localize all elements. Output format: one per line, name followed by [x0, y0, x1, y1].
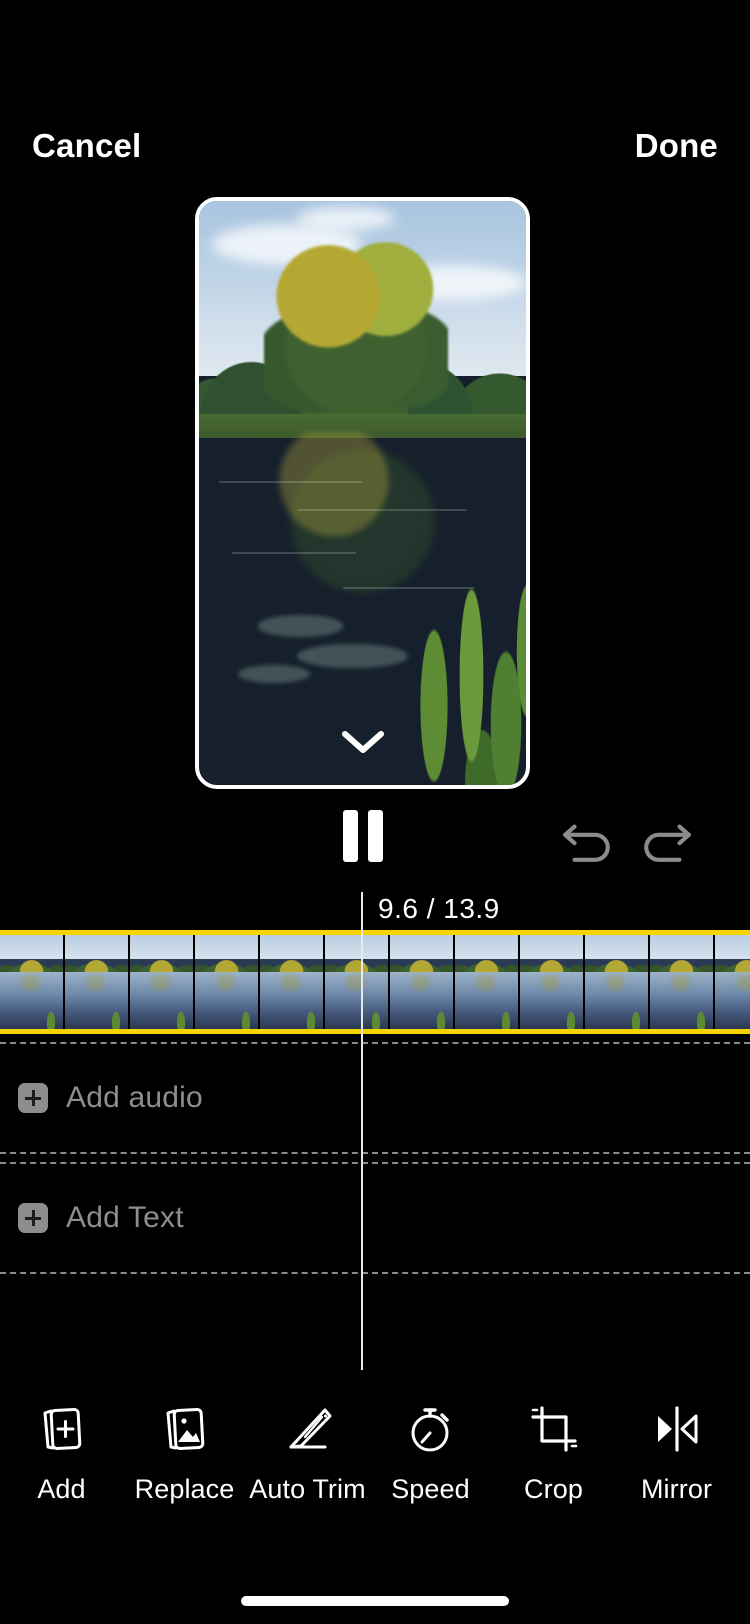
- tool-add-label: Add: [37, 1474, 86, 1504]
- tool-mirror-label: Mirror: [640, 1474, 713, 1504]
- lily-patch: [257, 615, 343, 637]
- audio-track[interactable]: Add audio: [0, 1042, 750, 1154]
- tool-add[interactable]: Add: [0, 1380, 123, 1505]
- home-indicator: [241, 1596, 509, 1606]
- editing-toolbar: Add Replace Auto Trim Speed Crop Mirror: [0, 1380, 750, 1540]
- water-streak: [218, 481, 363, 484]
- tool-speed-label: Speed: [391, 1474, 470, 1504]
- filmstrip-frame: [325, 935, 388, 1029]
- filmstrip-frame: [390, 935, 453, 1029]
- filmstrip-frame: [65, 935, 128, 1029]
- plus-icon: [18, 1203, 48, 1233]
- playhead[interactable]: [361, 892, 363, 1370]
- tool-mirror[interactable]: Mirror: [615, 1380, 738, 1505]
- timeline[interactable]: Add audio Add Text: [0, 892, 750, 1370]
- tool-replace-label: Replace: [134, 1474, 235, 1504]
- filmstrip-frame: [260, 935, 323, 1029]
- replace-clip-icon: [158, 1402, 212, 1456]
- add-clip-icon: [35, 1402, 89, 1456]
- pause-bar-left: [343, 810, 358, 862]
- done-button[interactable]: Done: [635, 129, 718, 162]
- large-tree: [264, 241, 448, 423]
- cancel-button[interactable]: Cancel: [32, 129, 141, 162]
- pause-button[interactable]: [341, 810, 385, 862]
- filmstrip-frame: [650, 935, 713, 1029]
- redo-button[interactable]: [640, 812, 692, 862]
- cloud: [297, 206, 396, 231]
- plus-icon: [18, 1083, 48, 1113]
- tool-speed[interactable]: Speed: [369, 1380, 492, 1505]
- tool-auto-trim-label: Auto Trim: [249, 1474, 366, 1504]
- video-clip-filmstrip[interactable]: [0, 930, 750, 1034]
- tool-crop-label: Crop: [524, 1474, 583, 1504]
- add-text-label: Add Text: [66, 1201, 184, 1234]
- chevron-down-icon[interactable]: [341, 729, 385, 755]
- mirror-icon: [650, 1402, 704, 1456]
- tool-crop[interactable]: Crop: [492, 1380, 615, 1505]
- tool-replace[interactable]: Replace: [123, 1380, 246, 1505]
- filmstrip-frame: [0, 935, 63, 1029]
- stopwatch-icon: [404, 1402, 458, 1456]
- add-audio-label: Add audio: [66, 1081, 203, 1114]
- preview-frame-image: [199, 201, 526, 785]
- pause-bar-right: [368, 810, 383, 862]
- timecode-readout: 9.6 / 13.9: [378, 893, 500, 924]
- filmstrip-frame: [130, 935, 193, 1029]
- lily-patch: [238, 664, 311, 683]
- video-editor-screen: Cancel Done 9.6 / 13.9 Add audio Add Tex…: [0, 0, 750, 1624]
- top-bar: Cancel Done: [0, 0, 750, 190]
- filmstrip-frame: [585, 935, 648, 1029]
- undo-button[interactable]: [560, 812, 612, 862]
- video-preview[interactable]: [195, 197, 530, 789]
- filmstrip-frame: [455, 935, 518, 1029]
- text-track[interactable]: Add Text: [0, 1162, 750, 1274]
- crop-icon: [527, 1402, 581, 1456]
- tool-auto-trim[interactable]: Auto Trim: [246, 1380, 369, 1505]
- filmstrip-frame: [520, 935, 583, 1029]
- water-streak: [231, 551, 356, 554]
- filmstrip-frame: [715, 935, 750, 1029]
- filmstrip-frame: [195, 935, 258, 1029]
- auto-trim-icon: [281, 1402, 335, 1456]
- transport-controls: [0, 798, 750, 876]
- reed-plant: [388, 493, 526, 785]
